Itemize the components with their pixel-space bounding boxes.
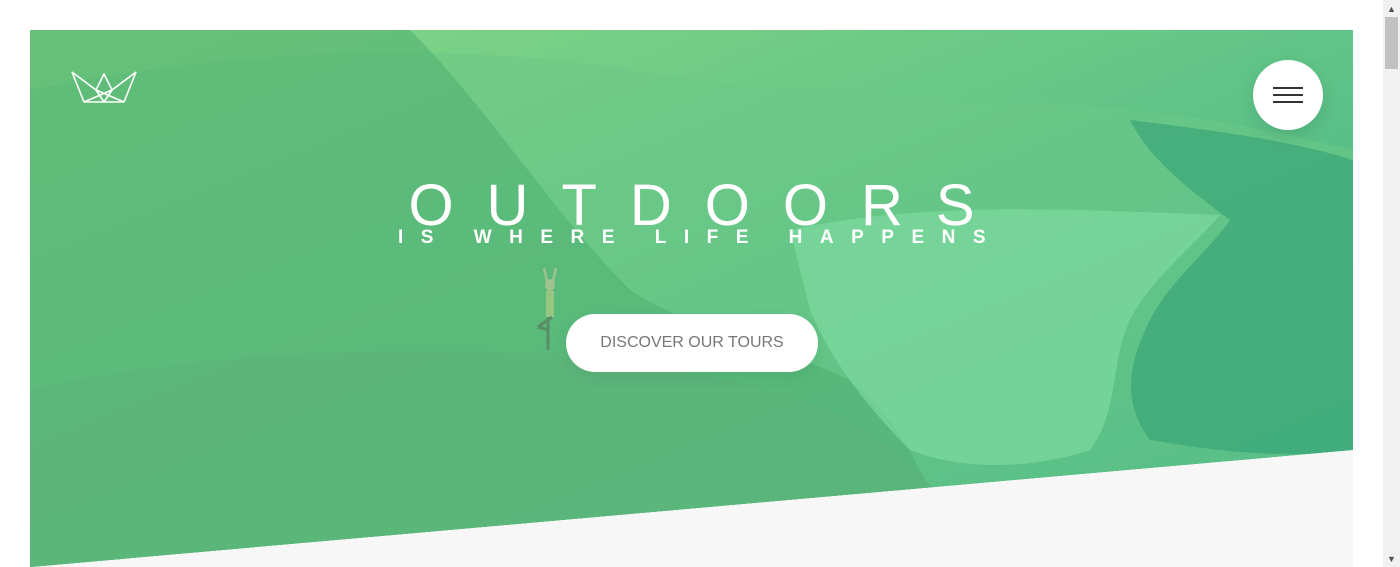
hamburger-menu-icon-bar (1273, 101, 1303, 103)
hamburger-menu-icon-bar (1273, 94, 1303, 96)
scrollbar-thumb[interactable] (1385, 17, 1398, 69)
hamburger-menu-icon (1273, 87, 1303, 89)
discover-tours-button[interactable]: DISCOVER OUR TOURS (566, 314, 818, 372)
scroll-down-arrow-icon[interactable]: ▼ (1383, 550, 1400, 567)
hero-subtitle: IS WHERE LIFE HAPPENS (397, 227, 1004, 248)
viewport: OUTDOORS IS WHERE LIFE HAPPENS DISCOVER … (0, 0, 1400, 567)
page-scrollbar[interactable]: ▲ ▼ (1383, 0, 1400, 567)
crown-logo-icon[interactable] (70, 68, 138, 108)
hamburger-menu-button[interactable] (1253, 60, 1323, 130)
scroll-up-arrow-icon[interactable]: ▲ (1383, 0, 1400, 17)
